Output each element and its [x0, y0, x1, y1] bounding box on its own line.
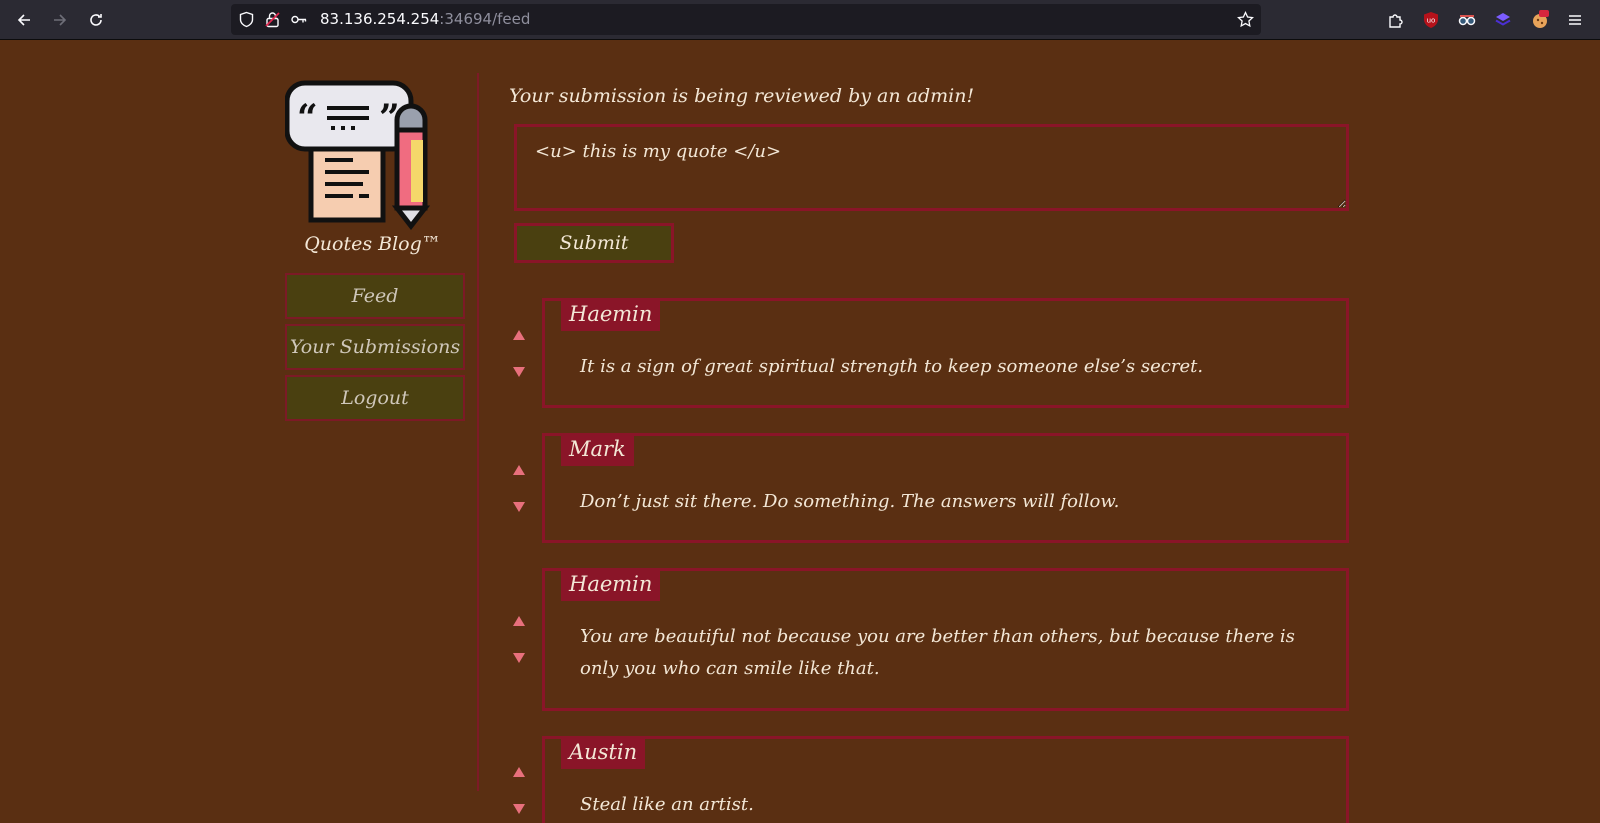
url-path: :34694/feed [439, 10, 531, 28]
sidebar-divider [477, 73, 479, 791]
post-author: Haemin [561, 298, 661, 331]
post-text: It is a sign of great spiritual strength… [580, 356, 1204, 377]
address-bar[interactable]: 83.136.254.254:34694/feed [231, 4, 1261, 35]
back-button[interactable] [12, 8, 36, 32]
upvote-arrow-icon[interactable] [512, 464, 526, 476]
quote-textarea[interactable] [514, 124, 1349, 211]
post-text: Steal like an artist. [580, 794, 754, 815]
quote-post: Haemin You are beautiful not because you… [542, 568, 1349, 711]
brand-title: Quotes Blog™ [304, 233, 441, 255]
forward-button[interactable] [48, 8, 72, 32]
post-text: Don’t just sit there. Do something. The … [580, 491, 1120, 512]
ublock-icon[interactable]: uo [1420, 9, 1442, 31]
downvote-arrow-icon[interactable] [512, 366, 526, 378]
quote-post: Haemin It is a sign of great spiritual s… [542, 298, 1349, 408]
quotes-blog-logo: “ ” [285, 80, 431, 230]
svg-text:“: “ [297, 97, 318, 139]
layers-extension-icon[interactable] [1492, 9, 1514, 31]
upvote-arrow-icon[interactable] [512, 766, 526, 778]
reload-icon [90, 14, 102, 26]
nav-feed-button[interactable]: Feed [285, 273, 465, 319]
back-arrow-icon [17, 14, 30, 26]
shield-icon[interactable] [238, 11, 255, 28]
upvote-arrow-icon[interactable] [512, 329, 526, 341]
menu-hamburger-icon[interactable] [1564, 9, 1586, 31]
svg-text:uo: uo [1427, 17, 1436, 25]
post-author: Austin [561, 736, 646, 769]
downvote-arrow-icon[interactable] [512, 501, 526, 513]
cookie-extension-icon[interactable] [1529, 9, 1551, 31]
browser-toolbar: 83.136.254.254:34694/feed uo [0, 0, 1600, 40]
reload-button[interactable] [84, 8, 108, 32]
downvote-arrow-icon[interactable] [512, 803, 526, 815]
url-text: 83.136.254.254:34694/feed [320, 10, 530, 28]
post-author: Mark [561, 433, 634, 466]
nav-logout-button[interactable]: Logout [285, 375, 465, 421]
submit-button[interactable]: Submit [514, 223, 674, 263]
quote-post: Mark Don’t just sit there. Do something.… [542, 433, 1349, 543]
quote-post: Austin Steal like an artist. [542, 736, 1349, 823]
nav-your-submissions-button[interactable]: Your Submissions [285, 324, 465, 370]
url-host: 83.136.254.254 [320, 10, 440, 28]
post-text: You are beautiful not because you are be… [580, 626, 1295, 679]
downvote-arrow-icon[interactable] [512, 652, 526, 664]
extensions-puzzle-icon[interactable] [1385, 9, 1407, 31]
spy-glasses-icon[interactable] [1456, 9, 1478, 31]
key-icon[interactable] [290, 11, 307, 28]
submission-notice: Your submission is being reviewed by an … [509, 85, 975, 107]
post-author: Haemin [561, 568, 661, 601]
insecure-lock-icon[interactable] [264, 11, 281, 28]
bookmark-star-icon[interactable] [1237, 11, 1254, 28]
forward-arrow-icon [54, 14, 67, 26]
upvote-arrow-icon[interactable] [512, 615, 526, 627]
